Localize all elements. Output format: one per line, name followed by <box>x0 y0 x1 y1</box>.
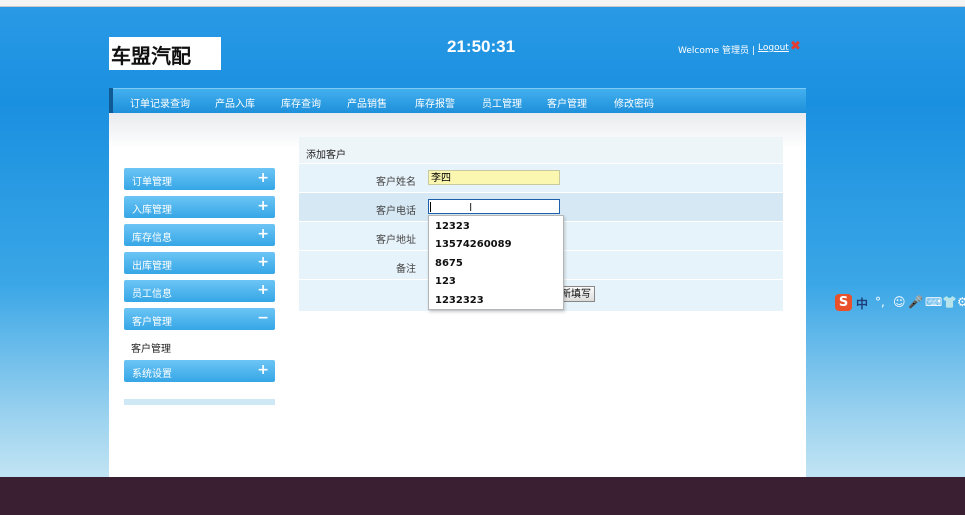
welcome-text: Welcome 管理员 | <box>678 46 755 56</box>
logo: 车盟汽配 <box>109 37 221 70</box>
customer-phone-input[interactable]: I <box>428 199 560 214</box>
sidebar-item-label: 库存信息 <box>132 233 172 244</box>
nav-item-change-password[interactable]: 修改密码 <box>614 95 654 110</box>
top-nav: 订单记录查询 产品入库 库存查询 产品销售 库存报警 员工管理 客户管理 修改密… <box>109 88 806 114</box>
sidebar-item-orders[interactable]: 订单管理 + <box>124 168 275 190</box>
sidebar-item-label: 出库管理 <box>132 261 172 272</box>
expand-icon: + <box>257 254 269 270</box>
sidebar-item-settings[interactable]: 系统设置 + <box>124 360 275 382</box>
phone-label: 客户电话 <box>376 206 416 217</box>
nav-item-stock-alert[interactable]: 库存报警 <box>415 95 455 110</box>
sidebar-item-label: 入库管理 <box>132 205 172 216</box>
expand-icon: + <box>257 362 269 378</box>
sidebar-subitem-customer-manage[interactable]: 客户管理 <box>131 340 171 355</box>
autocomplete-option[interactable]: 1232323 <box>435 295 484 306</box>
logout-link[interactable]: Logout <box>758 43 789 53</box>
sidebar-item-label: 系统设置 <box>132 369 172 380</box>
sidebar-item-label: 员工信息 <box>132 289 172 300</box>
microphone-icon[interactable]: 🎤 <box>908 295 923 309</box>
nav-item-product-inbound[interactable]: 产品入库 <box>215 95 255 110</box>
expand-icon: + <box>257 170 269 186</box>
expand-icon: + <box>257 226 269 242</box>
sidebar-item-stock[interactable]: 库存信息 + <box>124 224 275 246</box>
content-panel: 订单管理 + 入库管理 + 库存信息 + 出库管理 + 员工信息 + 客户管理 … <box>109 113 806 515</box>
nav-item-staff[interactable]: 员工管理 <box>482 95 522 110</box>
nav-left-marker <box>109 88 113 113</box>
ibeam-cursor-icon: I <box>469 201 473 214</box>
note-label: 备注 <box>396 264 416 275</box>
name-label: 客户姓名 <box>376 177 416 188</box>
sidebar-item-customers[interactable]: 客户管理 − <box>124 308 275 330</box>
expand-icon: + <box>257 198 269 214</box>
sidebar-footer <box>124 399 275 405</box>
autocomplete-option[interactable]: 123 <box>435 276 456 287</box>
address-label: 客户地址 <box>376 235 416 246</box>
skin-icon[interactable]: 👕 <box>942 295 957 309</box>
keyboard-icon[interactable]: ⌨ <box>925 295 942 309</box>
sidebar-item-staff[interactable]: 员工信息 + <box>124 280 275 302</box>
autocomplete-option[interactable]: 8675 <box>435 258 463 269</box>
emoji-icon[interactable]: ☺ <box>893 295 906 309</box>
form-row-name: 客户姓名 李四 <box>299 163 783 192</box>
nav-item-product-sales[interactable]: 产品销售 <box>347 95 387 110</box>
phone-autocomplete-dropdown: 12323 13574260089 8675 123 1232323 <box>428 215 564 310</box>
autocomplete-option[interactable]: 13574260089 <box>435 239 512 250</box>
clock: 21:50:31 <box>447 37 516 56</box>
settings-icon[interactable]: ⚙ <box>957 295 965 309</box>
expand-icon: + <box>257 282 269 298</box>
collapse-icon: − <box>257 310 269 326</box>
nav-item-order-query[interactable]: 订单记录查询 <box>130 95 190 110</box>
sidebar-item-inbound[interactable]: 入库管理 + <box>124 196 275 218</box>
autocomplete-option[interactable]: 12323 <box>435 221 470 232</box>
customer-name-input[interactable]: 李四 <box>428 170 560 185</box>
form-title: 添加客户 <box>306 150 346 161</box>
sidebar-item-label: 客户管理 <box>132 317 172 328</box>
ime-punctuation-icon[interactable]: °, <box>875 295 885 309</box>
logout-icon[interactable]: ✖ <box>790 39 801 54</box>
ime-chinese-mode-icon[interactable]: 中 <box>856 295 868 312</box>
form-header: 添加客户 <box>299 137 783 163</box>
sogou-logo-icon[interactable]: S <box>835 294 852 311</box>
text-caret <box>430 202 431 212</box>
reset-button[interactable]: 新填写 <box>559 286 595 302</box>
bottom-background-band <box>0 477 965 515</box>
nav-item-stock-query[interactable]: 库存查询 <box>281 95 321 110</box>
browser-toolbar-strip <box>0 0 965 7</box>
sidebar-item-label: 订单管理 <box>132 177 172 188</box>
logo-text: 车盟汽配 <box>111 44 191 68</box>
nav-item-customers[interactable]: 客户管理 <box>547 95 587 110</box>
ime-toolbar: S 中 °, ☺ 🎤 ⌨ 👕 ⚙ <box>835 294 965 314</box>
sidebar-item-outbound[interactable]: 出库管理 + <box>124 252 275 274</box>
